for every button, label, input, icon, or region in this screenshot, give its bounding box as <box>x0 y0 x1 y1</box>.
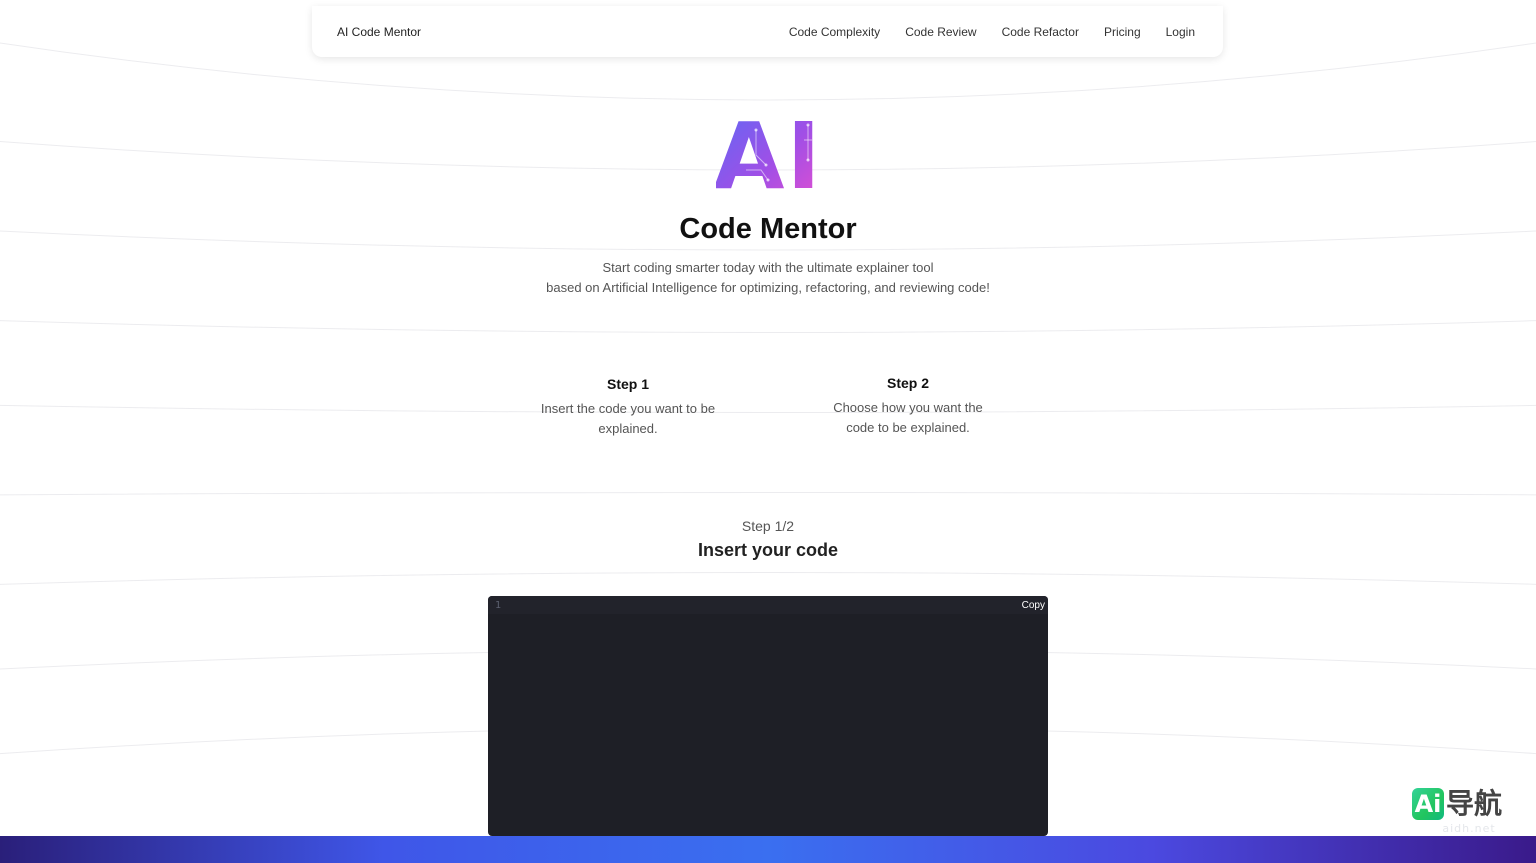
step-1-card: Step 1 Insert the code you want to be ex… <box>528 376 728 438</box>
step-1-desc-line-2: explained. <box>598 420 658 436</box>
hero-subtitle-line-2: based on Artificial Intelligence for opt… <box>546 279 990 295</box>
section-title: Insert your code <box>697 540 839 560</box>
nav-link-login[interactable]: Login <box>1166 25 1195 39</box>
step-1-description: Insert the code you want to be explained… <box>528 399 728 438</box>
copy-button[interactable]: Copy <box>1022 600 1045 611</box>
step-1-desc-line-1: Insert the code you want to be <box>540 401 716 416</box>
brand-link[interactable]: AI Code Mentor <box>337 25 421 39</box>
bottom-gradient-bar <box>0 836 1536 863</box>
code-editor[interactable]: 1 Copy <box>488 596 1048 836</box>
step-2-title: Step 2 <box>886 375 929 391</box>
watermark-logo-icon: Ai <box>1412 788 1444 820</box>
step-2-desc-line-1: Choose how you want the <box>833 400 983 415</box>
top-navbar: AI Code Mentor Code Complexity Code Revi… <box>312 6 1223 57</box>
nav-link-code-review[interactable]: Code Review <box>905 25 976 39</box>
line-number: 1 <box>495 600 502 611</box>
hero-subtitle: Start coding smarter today with the ulti… <box>0 258 1536 297</box>
editor-gutter-bar <box>488 596 1048 614</box>
nav-link-code-complexity[interactable]: Code Complexity <box>789 25 880 39</box>
nav-link-code-refactor[interactable]: Code Refactor <box>1002 25 1079 39</box>
step-2-card: Step 2 Choose how you want the code to b… <box>808 375 1008 437</box>
step-2-desc-line-2: code to be explained. <box>846 419 970 435</box>
nav-link-pricing[interactable]: Pricing <box>1104 25 1141 39</box>
step-counter: Step 1/2 <box>741 518 795 534</box>
step-1-title: Step 1 <box>606 376 649 392</box>
watermark-url: aidh.net <box>1442 822 1496 835</box>
nav-links: Code Complexity Code Review Code Refacto… <box>789 25 1195 39</box>
page: AI Code Mentor Code Complexity Code Revi… <box>0 0 1536 863</box>
watermark: Ai 导航 aidh.net <box>1408 786 1512 840</box>
step-2-description: Choose how you want the code to be expla… <box>808 398 1008 437</box>
hero-subtitle-line-1: Start coding smarter today with the ulti… <box>602 260 934 275</box>
watermark-text: 导航 <box>1446 787 1503 820</box>
ai-logo: AI <box>716 110 820 194</box>
hero-title: Code Mentor <box>679 213 857 245</box>
